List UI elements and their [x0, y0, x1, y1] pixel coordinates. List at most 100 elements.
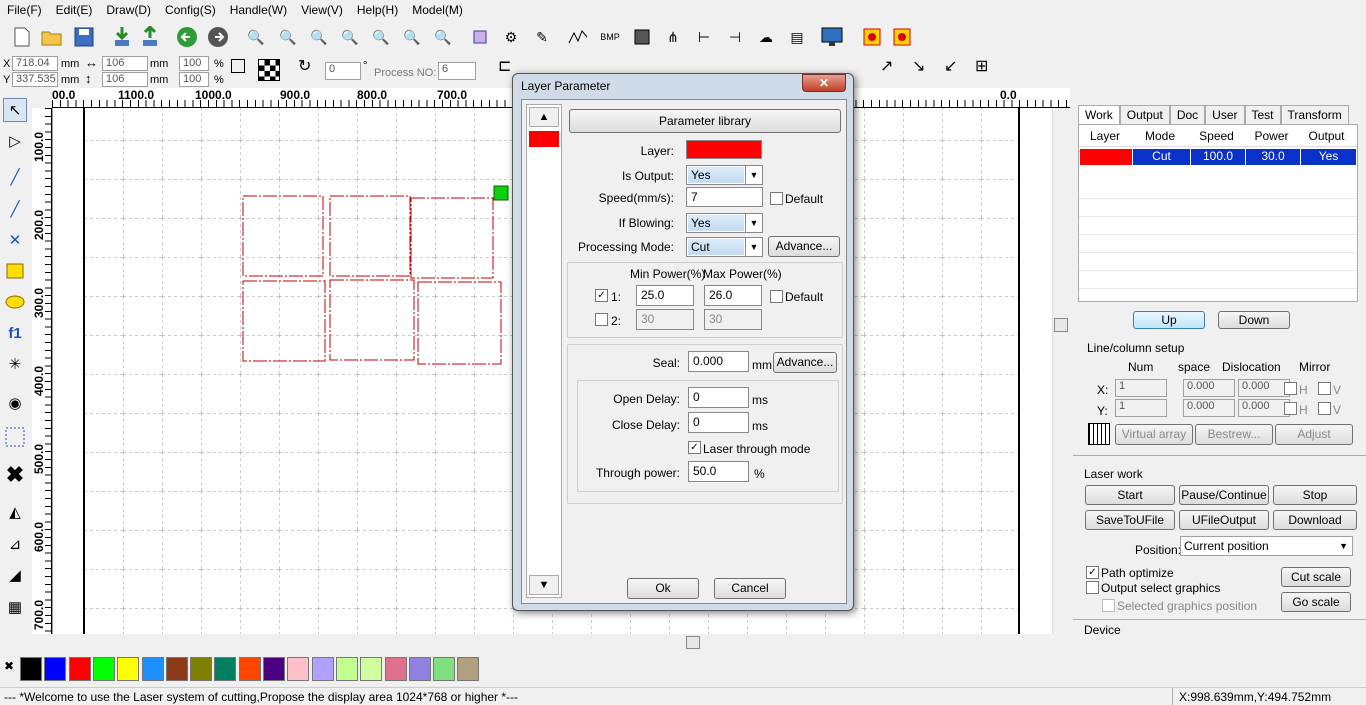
- tab-doc[interactable]: Doc: [1169, 105, 1206, 124]
- y-dislocation-field[interactable]: 0.000: [1238, 399, 1290, 417]
- polyline-icon[interactable]: ╱: [3, 197, 27, 221]
- scroll-up-icon[interactable]: ▲: [529, 107, 559, 127]
- menu-item[interactable]: Model(M): [405, 3, 470, 17]
- palette-swatch[interactable]: [141, 657, 164, 681]
- palette-swatch[interactable]: [20, 657, 42, 681]
- tab-output[interactable]: Output: [1119, 105, 1170, 124]
- select-arrow-icon[interactable]: ↖: [3, 98, 27, 122]
- open-folder-icon[interactable]: [40, 25, 64, 49]
- width-field[interactable]: 106: [102, 56, 148, 71]
- cancel-button[interactable]: Cancel: [714, 578, 786, 599]
- is-output-select[interactable]: Yes ▼: [686, 165, 763, 185]
- power2-checkbox[interactable]: [595, 313, 608, 326]
- document-icon[interactable]: ▤: [785, 25, 809, 49]
- horizontal-scroll-thumb[interactable]: [686, 636, 700, 649]
- pause-continue-button[interactable]: Pause/Continue: [1179, 485, 1269, 505]
- zoom-all-icon[interactable]: 🔍: [369, 25, 393, 49]
- rotate-icon[interactable]: ↻: [298, 59, 311, 75]
- lock-ratio-icon[interactable]: [231, 59, 245, 73]
- align-tool-icon[interactable]: ⊏: [498, 59, 511, 75]
- go-scale-button[interactable]: Go scale: [1281, 592, 1351, 612]
- selected-position-checkbox[interactable]: [1102, 599, 1115, 612]
- horizontal-scrollbar[interactable]: [52, 634, 1052, 651]
- palette-swatch[interactable]: [92, 657, 115, 681]
- stop-button[interactable]: Stop: [1273, 485, 1357, 505]
- palette-swatch[interactable]: [384, 657, 407, 681]
- node-edit-icon[interactable]: ⚙: [499, 25, 523, 49]
- position-select[interactable]: Current position ▼: [1180, 536, 1353, 556]
- output-cell[interactable]: Yes: [1301, 149, 1356, 165]
- zoom-select-icon[interactable]: 🔍: [400, 25, 424, 49]
- menu-item[interactable]: Handle(W): [223, 3, 294, 17]
- crop-icon[interactable]: ⊞: [975, 59, 988, 75]
- undo-icon[interactable]: [175, 25, 199, 49]
- download-button[interactable]: Download: [1273, 510, 1357, 530]
- palette-swatch[interactable]: [311, 657, 334, 681]
- power1-checkbox[interactable]: ✓: [595, 289, 608, 302]
- power1-min-field[interactable]: 25.0: [636, 285, 694, 306]
- speed-default-checkbox[interactable]: [770, 192, 783, 205]
- menu-item[interactable]: Config(S): [158, 3, 223, 17]
- x-space-field[interactable]: 0.000: [1183, 379, 1235, 397]
- grid-icon[interactable]: ▦: [3, 595, 27, 619]
- no-color-icon[interactable]: ✖: [4, 659, 14, 673]
- palette-swatch[interactable]: [214, 657, 237, 681]
- laser-stop-icon[interactable]: [890, 25, 914, 49]
- x-position-field[interactable]: 718.04: [12, 56, 58, 71]
- bestrew-button[interactable]: Bestrew...: [1195, 424, 1273, 445]
- processing-mode-select[interactable]: Cut ▼: [686, 237, 763, 257]
- scroll-down-icon[interactable]: ▼: [529, 575, 559, 595]
- palette-swatch[interactable]: [165, 657, 188, 681]
- width-percent-field[interactable]: 100: [179, 56, 209, 71]
- column-header[interactable]: Power: [1244, 125, 1299, 146]
- blowing-select[interactable]: Yes ▼: [686, 213, 763, 233]
- parameter-library-button[interactable]: Parameter library: [569, 109, 841, 133]
- down-button[interactable]: Down: [1218, 311, 1290, 329]
- y-mirror-h-checkbox[interactable]: [1284, 402, 1297, 415]
- laser-icon[interactable]: [860, 25, 884, 49]
- power-default-checkbox[interactable]: [770, 290, 783, 303]
- adjust-button[interactable]: Adjust: [1275, 424, 1353, 445]
- x-num-field[interactable]: 1: [1115, 379, 1167, 397]
- through-power-field[interactable]: 50.0: [688, 461, 749, 482]
- column-header[interactable]: Mode: [1131, 125, 1189, 146]
- y-space-field[interactable]: 0.000: [1183, 399, 1235, 417]
- layer-color-box[interactable]: [686, 140, 762, 159]
- save-icon[interactable]: [72, 25, 96, 49]
- close-icon[interactable]: ✕: [802, 74, 846, 92]
- align-v-icon[interactable]: ⊣: [723, 25, 747, 49]
- zoom-out-icon[interactable]: 🔍: [307, 25, 331, 49]
- menu-item[interactable]: Edit(E): [49, 3, 100, 17]
- ellipse-icon[interactable]: [3, 290, 27, 314]
- tab-test[interactable]: Test: [1244, 105, 1281, 124]
- palette-swatch[interactable]: [287, 657, 310, 681]
- palette-swatch[interactable]: [360, 657, 383, 681]
- zoom-pan-icon[interactable]: 🔍: [244, 25, 268, 49]
- column-header[interactable]: Layer: [1079, 125, 1131, 146]
- menu-item[interactable]: View(V): [294, 3, 350, 17]
- export-icon[interactable]: [138, 25, 162, 49]
- import-icon[interactable]: [110, 25, 134, 49]
- redo-icon[interactable]: [206, 25, 230, 49]
- height-percent-field[interactable]: 100: [179, 72, 209, 87]
- new-file-icon[interactable]: [10, 25, 34, 49]
- speed-field[interactable]: 7: [686, 187, 763, 207]
- camera-icon[interactable]: ◉: [3, 391, 27, 415]
- tab-user[interactable]: User: [1205, 105, 1245, 124]
- palette-swatch[interactable]: [408, 657, 431, 681]
- size-icon[interactable]: ◢: [3, 563, 27, 587]
- table-row[interactable]: Cut 100.0 30.0 Yes: [1079, 149, 1357, 165]
- menu-item[interactable]: Draw(D): [99, 3, 158, 17]
- palette-swatch[interactable]: [117, 657, 140, 681]
- zoom-window-icon[interactable]: 🔍: [431, 25, 455, 49]
- height-field[interactable]: 106: [102, 72, 148, 87]
- palette-swatch[interactable]: [263, 657, 285, 681]
- up-button[interactable]: Up: [1133, 311, 1205, 329]
- zoom-in-icon[interactable]: 🔍: [276, 25, 300, 49]
- y-num-field[interactable]: 1: [1115, 399, 1167, 417]
- arrow-ne-icon[interactable]: ↗: [880, 59, 893, 75]
- bitmap-icon[interactable]: BMP: [598, 25, 622, 49]
- vertical-scroll-thumb[interactable]: [1054, 318, 1068, 332]
- power-cell[interactable]: 30.0: [1246, 149, 1300, 165]
- output-select-checkbox[interactable]: [1086, 581, 1099, 594]
